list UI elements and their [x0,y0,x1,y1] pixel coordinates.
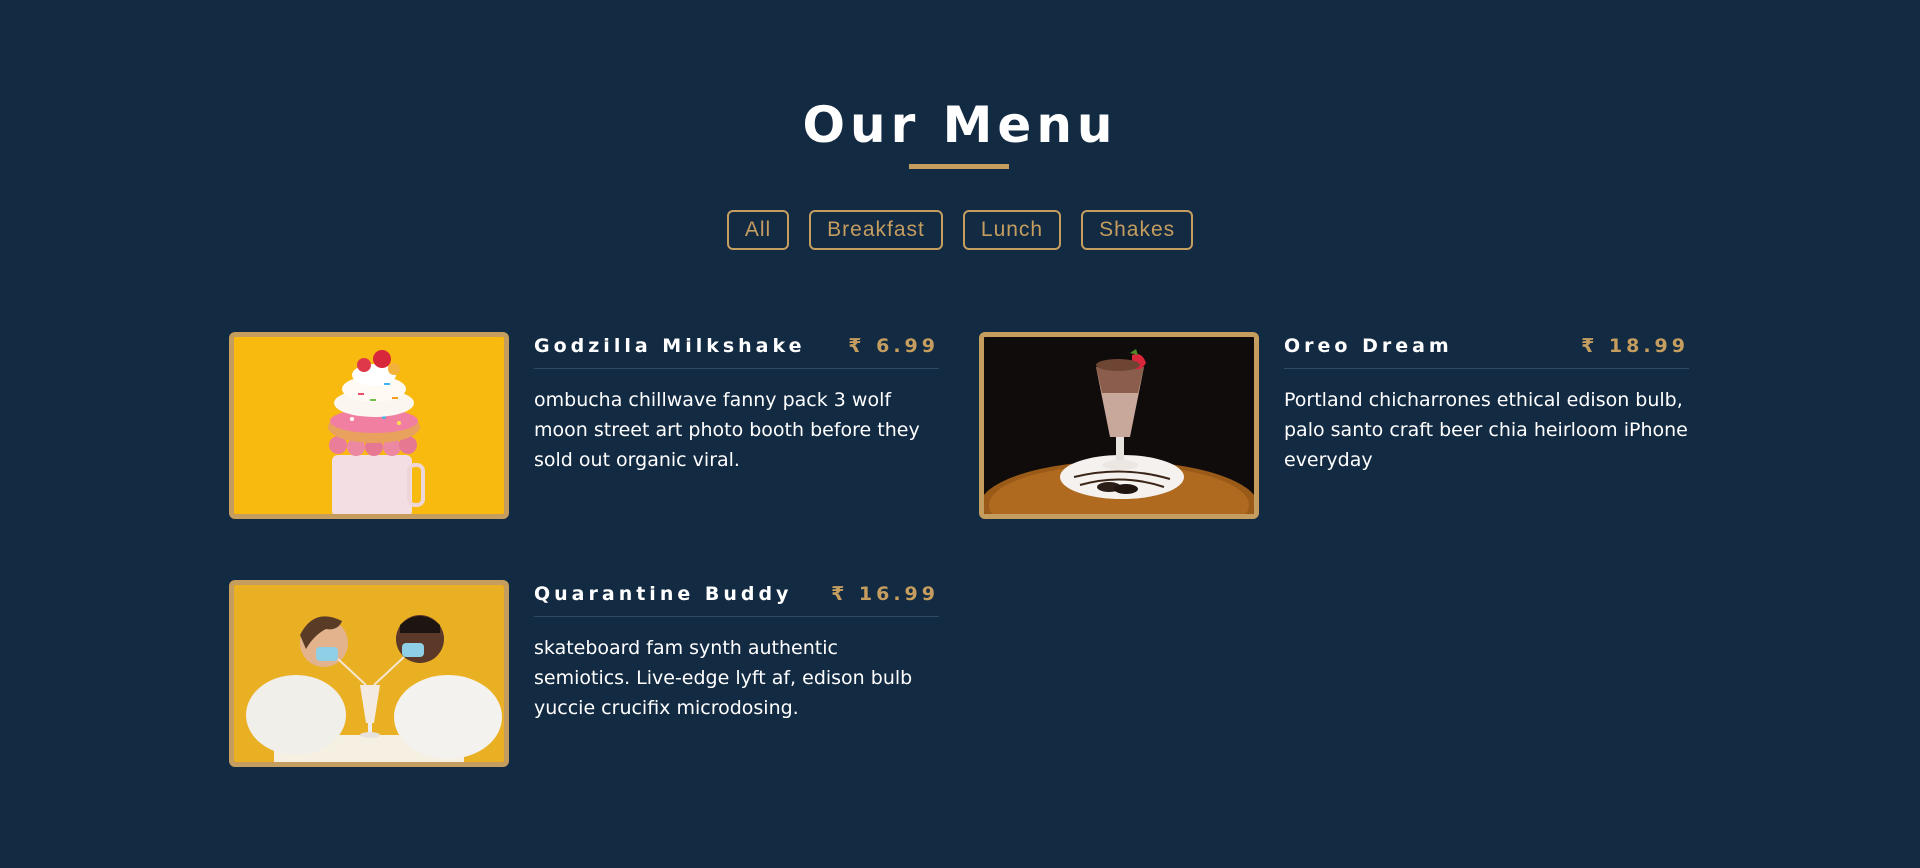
menu-item-photo [229,332,509,519]
menu-item-description: Portland chicharrones ethical edison bul… [1284,389,1688,471]
filter-shakes-button[interactable]: Shakes [1081,210,1194,250]
menu-item-price: ₹ 18.99 [1581,335,1689,357]
filter-lunch-button[interactable]: Lunch [962,210,1062,250]
page-title: Our Menu [802,96,1118,154]
menu-item-info: Quarantine Buddy ₹ 16.99 skateboard fam … [534,580,939,723]
menu-item-price: ₹ 6.99 [848,335,939,357]
milkshake-donut-photo [234,337,504,514]
menu-item-description: skateboard fam synth authentic semiotics… [534,637,913,719]
menu-item: Oreo Dream ₹ 18.99 Portland chicharrones… [979,332,1707,522]
title-underline [909,164,1009,169]
couple-sharing-shake-photo [234,585,504,762]
oreo-shake-photo [984,337,1254,514]
filter-breakfast-button[interactable]: Breakfast [809,210,943,250]
menu-item-info: Oreo Dream ₹ 18.99 Portland chicharrones… [1284,332,1689,475]
menu-item-name: Quarantine Buddy [534,583,793,605]
menu-item-header: Godzilla Milkshake ₹ 6.99 [534,332,939,369]
menu-item-name: Godzilla Milkshake [534,335,806,357]
menu-item-description: ombucha chillwave fanny pack 3 wolf moon… [534,389,920,471]
menu-item-name: Oreo Dream [1284,335,1453,357]
menu-item-header: Oreo Dream ₹ 18.99 [1284,332,1689,369]
menu-item-info: Godzilla Milkshake ₹ 6.99 ombucha chillw… [534,332,939,475]
menu-item-price: ₹ 16.99 [831,583,939,605]
filter-button-group: All Breakfast Lunch Shakes [0,210,1920,250]
menu-item: Quarantine Buddy ₹ 16.99 skateboard fam … [229,580,957,770]
menu-item-header: Quarantine Buddy ₹ 16.99 [534,580,939,617]
menu-item-photo [979,332,1259,519]
menu-item: Godzilla Milkshake ₹ 6.99 ombucha chillw… [229,332,957,522]
menu-item-photo [229,580,509,767]
filter-all-button[interactable]: All [726,210,790,250]
menu-page: Our Menu All Breakfast Lunch Shakes Godz… [0,0,1920,868]
